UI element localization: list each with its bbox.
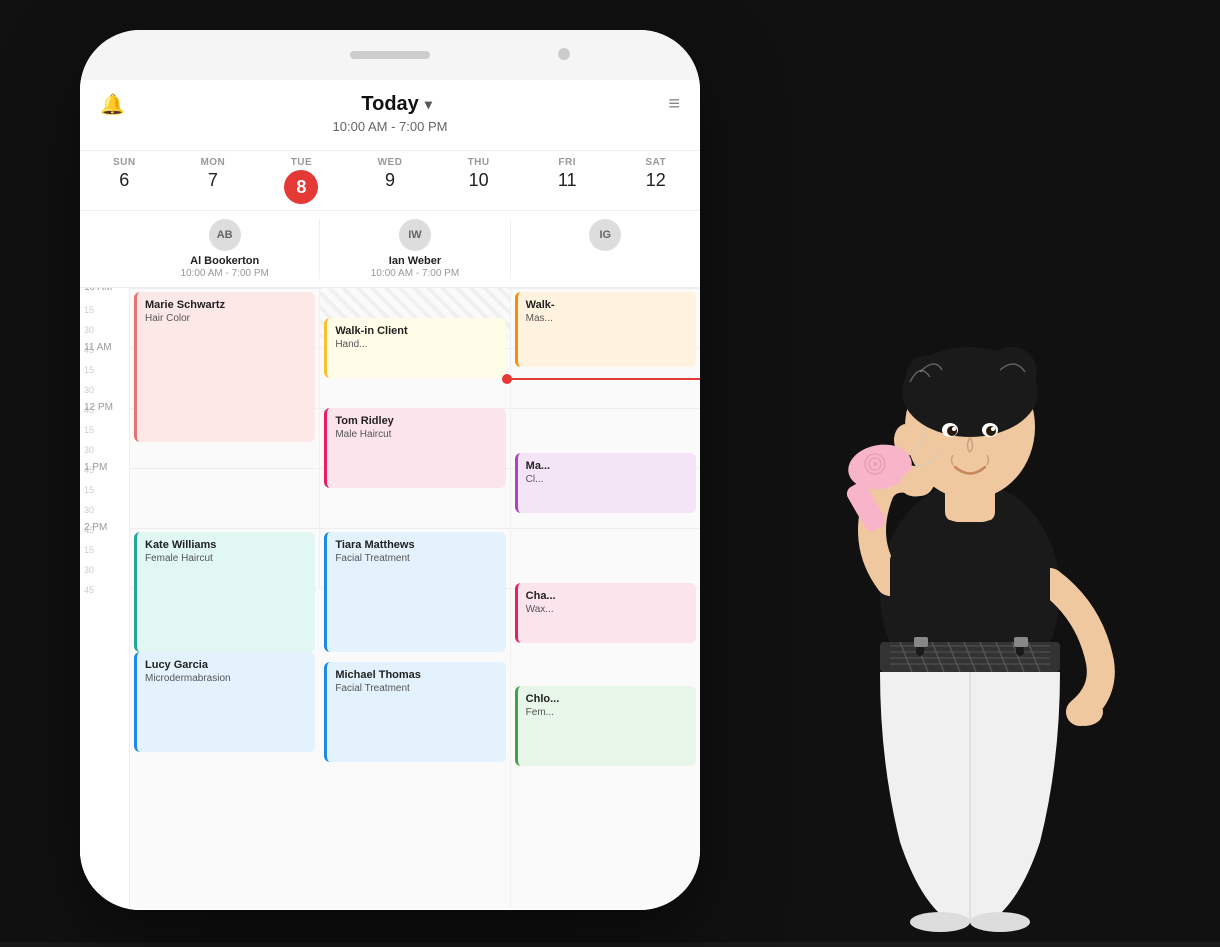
avatar-ig: IG xyxy=(589,219,621,251)
current-time-dot xyxy=(502,374,512,384)
staff-col-ab[interactable]: AB Al Bookerton 10:00 AM - 7:00 PM xyxy=(130,219,320,279)
header-subtitle: 10:00 AM - 7:00 PM xyxy=(100,119,680,134)
appt-walkin[interactable]: Walk-in Client Hand... xyxy=(324,318,505,378)
scene: 🔔 Today ▾ ≡ 10:00 AM - 7:00 PM SUN 6 MON xyxy=(0,0,1220,942)
avatar-ab: AB xyxy=(209,219,241,251)
appt-kate[interactable]: Kate Williams Female Haircut xyxy=(134,532,315,652)
phone-camera xyxy=(558,48,570,60)
timeslot-12pm: 12 PM 15 30 45 xyxy=(80,408,129,468)
phone-notch xyxy=(80,30,700,80)
current-time-indicator xyxy=(507,378,700,380)
staff-hours-ab: 10:00 AM - 7:00 PM xyxy=(180,268,268,279)
appt-tom[interactable]: Tom Ridley Male Haircut xyxy=(324,408,505,488)
day-strip: SUN 6 MON 7 TUE 8 WED 9 THU 10 xyxy=(80,151,700,211)
staff-name-ab: Al Bookerton xyxy=(190,255,259,268)
day-tue[interactable]: TUE 8 xyxy=(257,151,346,210)
timeslot-2pm: 2 PM 15 30 45 xyxy=(80,528,129,588)
header-title[interactable]: Today ▾ xyxy=(361,93,431,116)
timeslot-11am: 11 AM 15 30 45 xyxy=(80,348,129,408)
staff-hours-iw: 10:00 AM - 7:00 PM xyxy=(371,268,459,279)
staff-name-iw: Ian Weber xyxy=(389,255,441,268)
appt-tiara[interactable]: Tiara Matthews Facial Treatment xyxy=(324,532,505,652)
appt-lucy[interactable]: Lucy Garcia Microdermabrasion xyxy=(134,652,315,752)
day-thu[interactable]: THU 10 xyxy=(434,151,523,210)
timeslot-10am: 10 AM 15 30 45 xyxy=(80,288,129,348)
day-sun[interactable]: SUN 6 xyxy=(80,151,169,210)
grid-columns: Marie Schwartz Hair Color Kate Williams … xyxy=(130,288,700,908)
phone-screen: 🔔 Today ▾ ≡ 10:00 AM - 7:00 PM SUN 6 MON xyxy=(80,80,700,910)
filter-icon[interactable]: ≡ xyxy=(668,93,680,116)
day-mon[interactable]: MON 7 xyxy=(169,151,258,210)
phone-speaker xyxy=(350,51,430,59)
timeslot-1pm: 1 PM 15 30 45 xyxy=(80,468,129,528)
staff-col-iw[interactable]: IW Ian Weber 10:00 AM - 7:00 PM xyxy=(320,219,510,279)
chevron-down-icon: ▾ xyxy=(425,96,432,113)
time-column: 10 AM 15 30 45 11 AM 15 30 45 12 PM xyxy=(80,288,130,908)
header-top: 🔔 Today ▾ ≡ xyxy=(100,92,680,117)
calendar-grid: 10 AM 15 30 45 11 AM 15 30 45 12 PM xyxy=(80,288,700,908)
title-text: Today xyxy=(361,93,418,116)
appt-michael[interactable]: Michael Thomas Facial Treatment xyxy=(324,662,505,762)
time-gutter-header xyxy=(80,219,130,279)
app-header: 🔔 Today ▾ ≡ 10:00 AM - 7:00 PM xyxy=(80,80,700,151)
avatar-iw: IW xyxy=(399,219,431,251)
day-fri[interactable]: FRI 11 xyxy=(523,151,612,210)
grid-col-ab: Marie Schwartz Hair Color Kate Williams … xyxy=(130,288,320,588)
staff-header: AB Al Bookerton 10:00 AM - 7:00 PM IW Ia… xyxy=(80,211,700,288)
bell-icon[interactable]: 🔔 xyxy=(100,92,125,117)
day-wed[interactable]: WED 9 xyxy=(346,151,435,210)
grid-col-iw: Walk-in Client Hand... Tom Ridley Male H… xyxy=(320,288,510,908)
phone-shell: 🔔 Today ▾ ≡ 10:00 AM - 7:00 PM SUN 6 MON xyxy=(80,30,700,910)
character-illustration xyxy=(660,162,1220,942)
appt-marie[interactable]: Marie Schwartz Hair Color xyxy=(134,292,315,442)
character-svg xyxy=(660,162,1220,942)
